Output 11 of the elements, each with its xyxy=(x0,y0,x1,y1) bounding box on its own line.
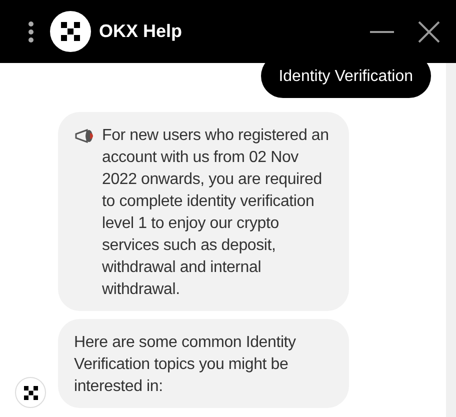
logo-icon xyxy=(50,11,91,52)
scrollbar[interactable] xyxy=(446,63,456,417)
megaphone-icon xyxy=(74,129,96,143)
close-icon[interactable] xyxy=(418,20,440,42)
window-title: OKX Help xyxy=(99,20,182,43)
user-message: Identity Verification xyxy=(260,63,431,98)
message-text: Here are some common Identity Verification topics you might be interested in: xyxy=(74,334,296,395)
minimize-icon[interactable] xyxy=(370,30,394,32)
message-text: For new users who registered an account with us from 02 Nov 2022 onwards, you are required to complete identity verification level 1 to enjoy our crypto services such as deposit, withdrawal and internal withdrawal. xyxy=(102,126,330,300)
bot-avatar xyxy=(15,377,46,408)
more-options-icon[interactable] xyxy=(28,20,34,42)
